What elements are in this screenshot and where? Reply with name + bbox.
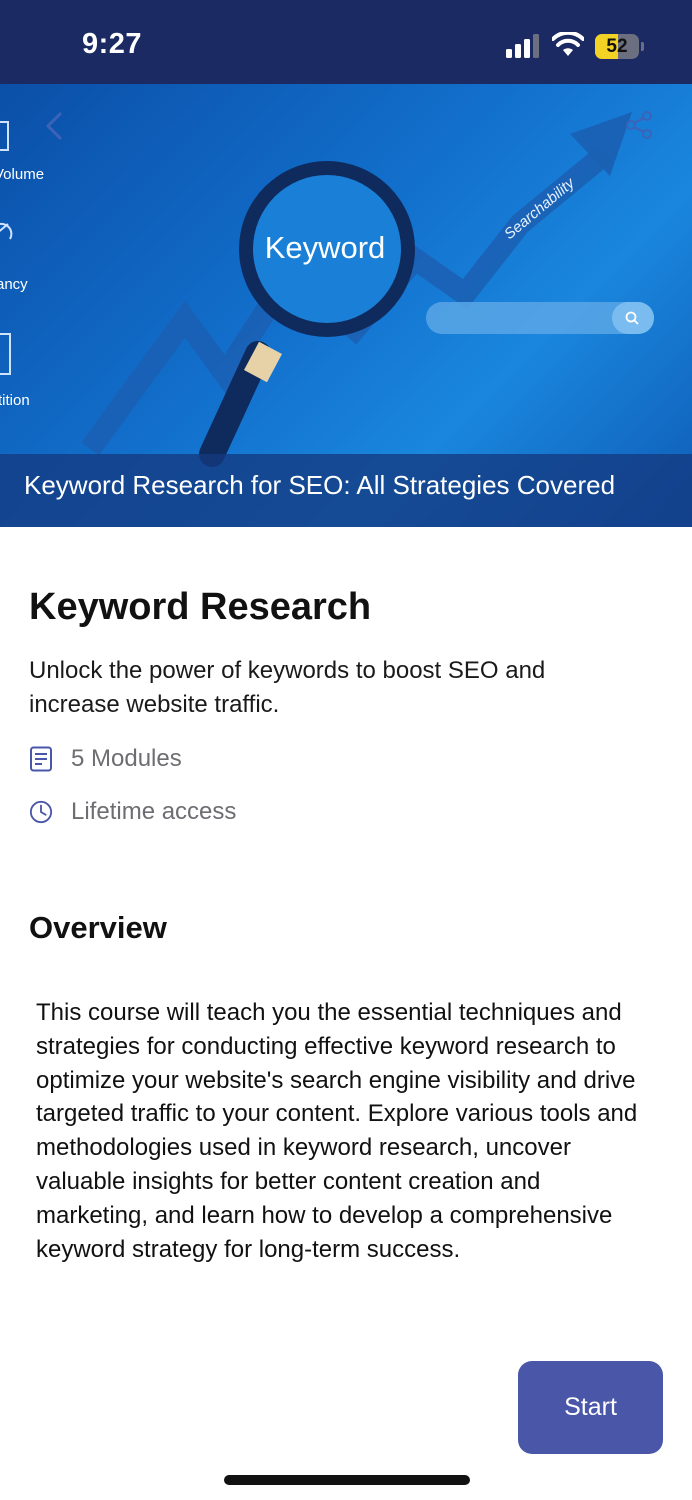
course-hero-image: Volume ancy tition Keyword Searchability… xyxy=(0,84,692,527)
hero-side-label: Volume xyxy=(0,166,45,183)
share-icon[interactable] xyxy=(624,110,654,140)
home-indicator[interactable] xyxy=(224,1475,470,1485)
modules-row: 5 Modules xyxy=(29,744,182,774)
battery-icon: 52 xyxy=(595,34,645,59)
start-button[interactable]: Start xyxy=(518,1361,663,1454)
clock-icon xyxy=(29,800,53,824)
course-subtitle: Unlock the power of keywords to boost SE… xyxy=(29,657,546,718)
battery-level: 52 xyxy=(606,36,628,57)
signal-icon xyxy=(506,34,539,58)
lens-text: Keyword xyxy=(264,230,386,265)
access-text: Lifetime access xyxy=(71,798,237,825)
status-time: 9:27 xyxy=(82,28,143,60)
hero-side-label: ancy xyxy=(0,276,28,293)
hero-side-label: tition xyxy=(0,392,30,409)
modules-count: 5 Modules xyxy=(71,745,182,772)
search-icon xyxy=(625,311,639,325)
course-title: Keyword Research xyxy=(29,586,372,628)
wifi-icon xyxy=(552,32,584,56)
status-bar: 9:27 52 xyxy=(0,0,692,84)
document-icon xyxy=(30,746,52,772)
overview-body: This course will teach you the essential… xyxy=(36,999,638,1263)
access-row: Lifetime access xyxy=(29,797,236,827)
hero-caption: Keyword Research for SEO: All Strategies… xyxy=(24,470,616,500)
overview-heading: Overview xyxy=(29,910,167,945)
back-icon[interactable] xyxy=(40,110,68,142)
